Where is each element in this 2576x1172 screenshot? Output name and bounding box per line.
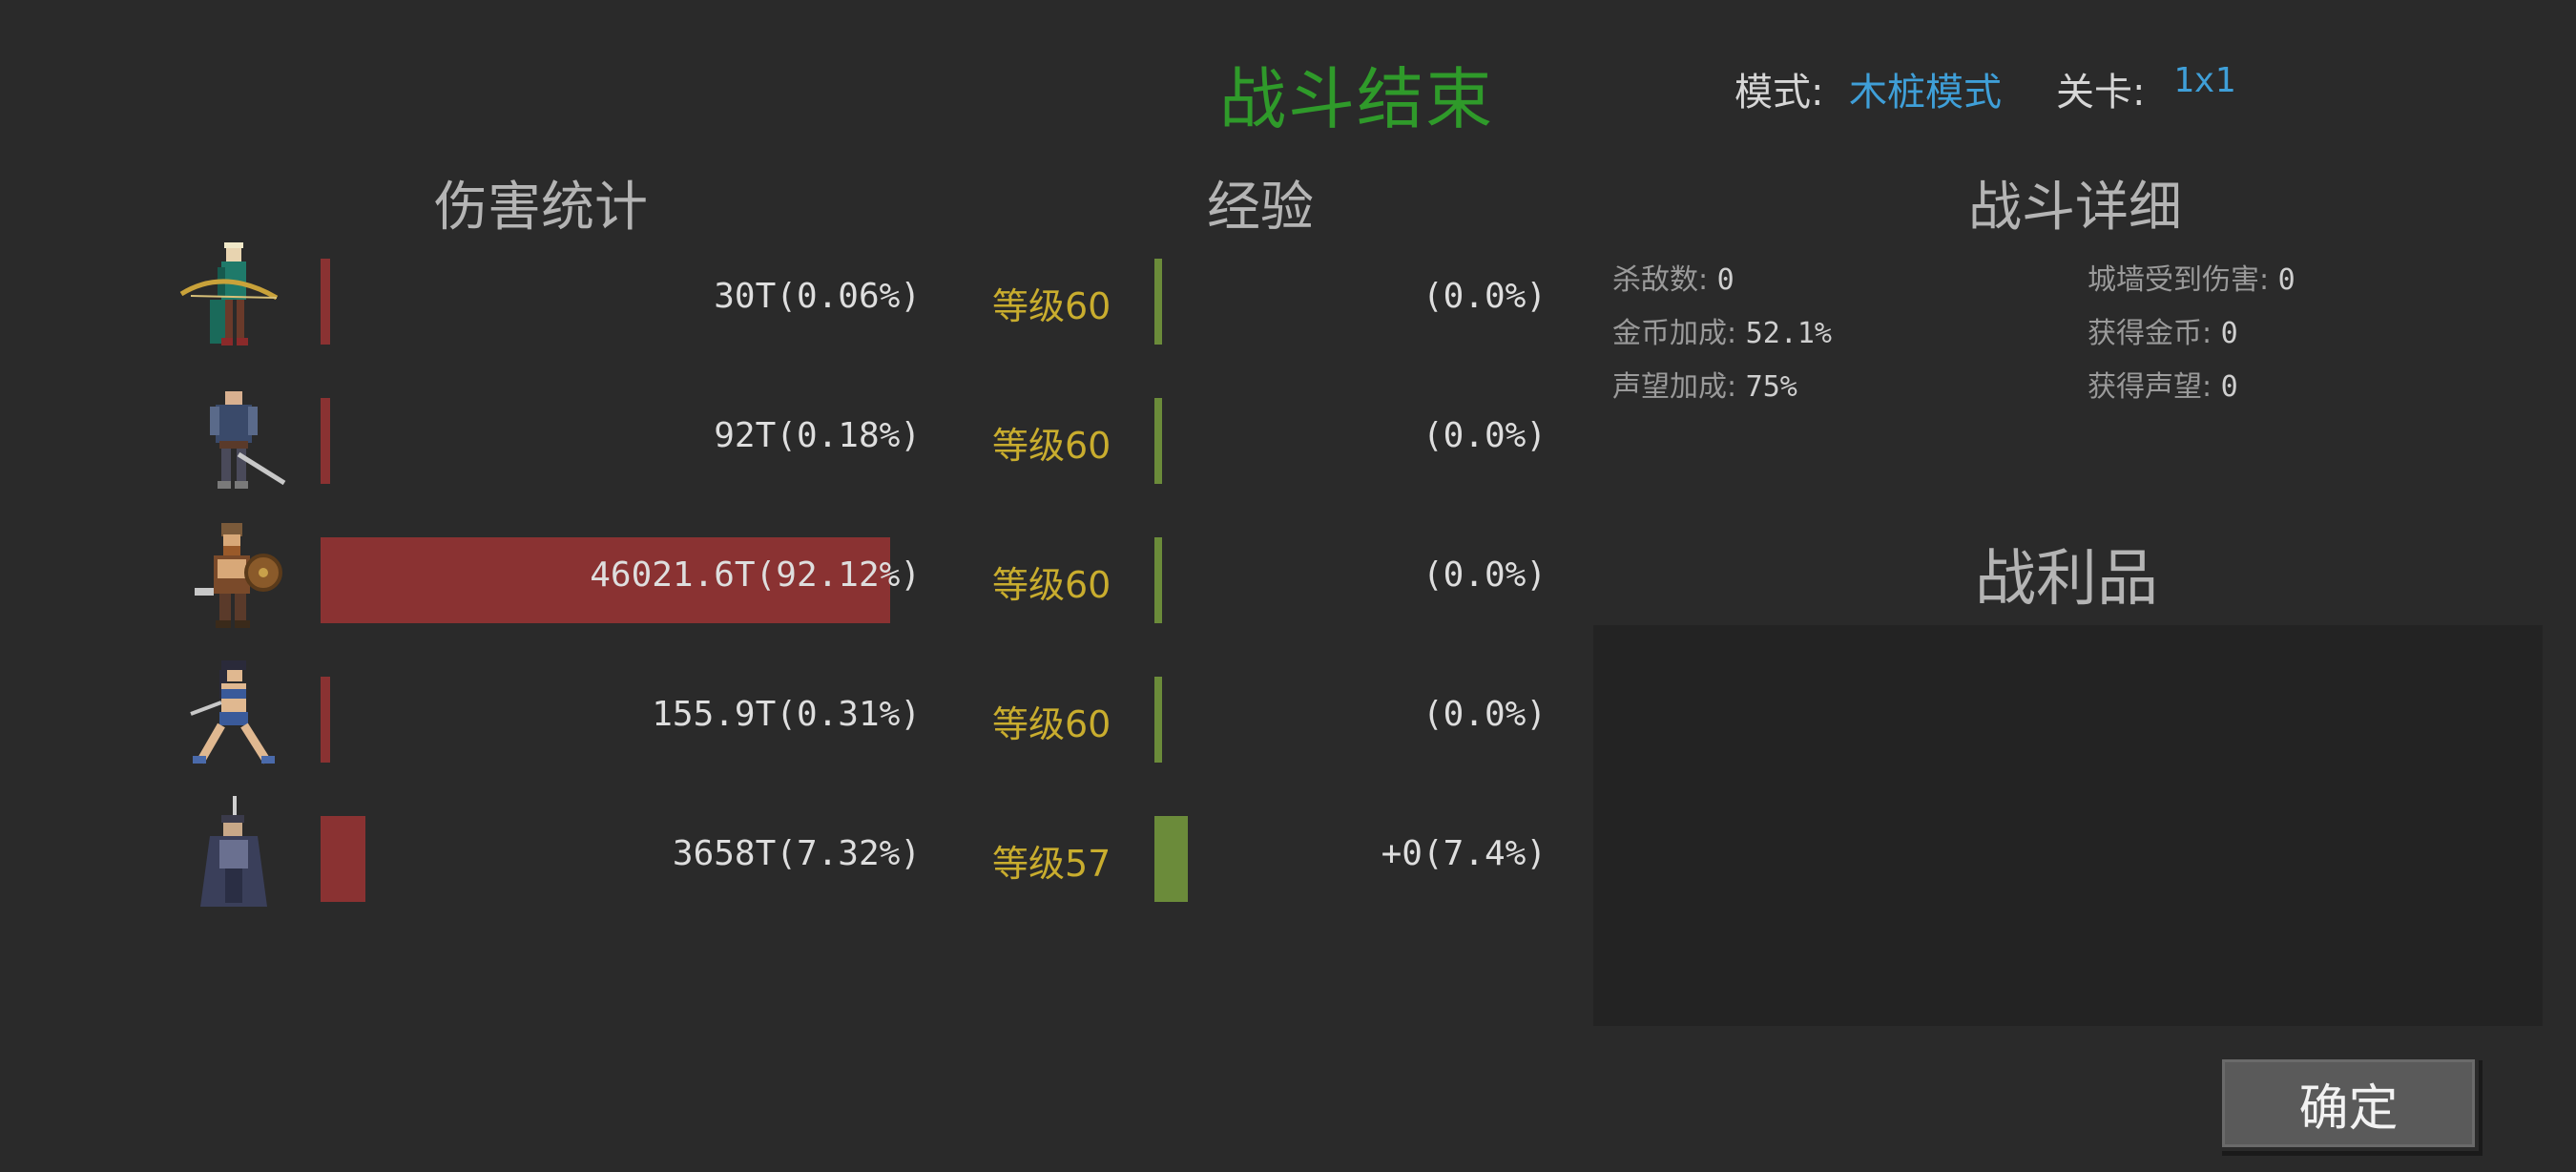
exp-value: (0.0%) bbox=[1422, 277, 1547, 316]
battle-details-heading: 战斗详细 bbox=[1968, 177, 2182, 239]
damage-stats-heading: 伤害统计 bbox=[434, 177, 648, 239]
hero-level: 等级57 bbox=[992, 843, 1111, 885]
wall-damage-label: 城墙受到伤害: bbox=[2088, 263, 2270, 297]
exp-bar bbox=[1154, 816, 1188, 902]
kills-value: 0 bbox=[1716, 263, 1735, 297]
exp-value: (0.0%) bbox=[1422, 695, 1547, 734]
confirm-button[interactable]: 确定 bbox=[2218, 1056, 2479, 1151]
damage-value: 30T(0.06%) bbox=[714, 277, 921, 316]
gold-bonus-stat: 金币加成: 52.1% bbox=[1612, 309, 1832, 351]
kills-stat: 杀敌数: 0 bbox=[1612, 256, 1735, 298]
damage-bar bbox=[321, 677, 330, 763]
mode-value: 木桩模式 bbox=[1849, 71, 2002, 115]
damage-value: 92T(0.18%) bbox=[714, 416, 921, 455]
gold-bonus-value: 52.1% bbox=[1745, 317, 1832, 350]
hero-level: 等级60 bbox=[992, 703, 1111, 745]
damage-value: 46021.6T(92.12%) bbox=[590, 555, 921, 595]
fame-gained-value: 0 bbox=[2220, 370, 2238, 404]
stage-label: 关卡: bbox=[2056, 71, 2146, 115]
fame-bonus-label: 声望加成: bbox=[1612, 370, 1737, 404]
fame-gained-stat: 获得声望: 0 bbox=[2088, 363, 2238, 405]
fame-gained-label: 获得声望: bbox=[2088, 370, 2212, 404]
battle-end-title: 战斗结束 bbox=[1219, 60, 1494, 138]
exp-value: (0.0%) bbox=[1422, 416, 1547, 455]
mode-label: 模式: bbox=[1735, 71, 1824, 115]
damage-bar bbox=[321, 816, 365, 902]
wall-damage-value: 0 bbox=[2277, 263, 2296, 297]
hero-level: 等级60 bbox=[992, 564, 1111, 606]
damage-value: 3658T(7.32%) bbox=[672, 834, 921, 873]
elf-archer-portrait bbox=[172, 239, 296, 363]
exp-bar bbox=[1154, 259, 1162, 345]
stage-value: 1x1 bbox=[2173, 61, 2236, 100]
gold-gained-label: 获得金币: bbox=[2088, 317, 2212, 350]
exp-value: (0.0%) bbox=[1422, 555, 1547, 595]
viking-shield-warrior-portrait bbox=[172, 517, 296, 641]
wall-damage-stat: 城墙受到伤害: 0 bbox=[2088, 256, 2296, 298]
hero-level: 等级60 bbox=[992, 425, 1111, 467]
hero-row: 155.9T(0.31%) 等级60 (0.0%) bbox=[0, 657, 1565, 796]
damage-bar bbox=[321, 259, 330, 345]
fame-bonus-value: 75% bbox=[1745, 370, 1797, 404]
swordsman-portrait bbox=[172, 378, 296, 502]
damage-bar bbox=[321, 398, 330, 484]
exp-value: +0(7.4%) bbox=[1381, 834, 1547, 873]
loot-panel bbox=[1593, 625, 2543, 1026]
gold-gained-stat: 获得金币: 0 bbox=[2088, 309, 2238, 351]
hero-row: 92T(0.18%) 等级60 (0.0%) bbox=[0, 378, 1565, 517]
experience-heading: 经验 bbox=[1207, 177, 1314, 239]
exp-bar bbox=[1154, 677, 1162, 763]
hero-level: 等级60 bbox=[992, 285, 1111, 327]
gold-gained-value: 0 bbox=[2220, 317, 2238, 350]
exp-bar bbox=[1154, 398, 1162, 484]
amazon-warrior-portrait bbox=[172, 657, 296, 781]
gold-bonus-label: 金币加成: bbox=[1612, 317, 1737, 350]
hero-row: 30T(0.06%) 等级60 (0.0%) bbox=[0, 239, 1565, 378]
damage-value: 155.9T(0.31%) bbox=[652, 695, 921, 734]
dark-knight-portrait bbox=[172, 796, 296, 920]
hero-row: 3658T(7.32%) 等级57 +0(7.4%) bbox=[0, 796, 1565, 935]
hero-row: 46021.6T(92.12%) 等级60 (0.0%) bbox=[0, 517, 1565, 657]
exp-bar bbox=[1154, 537, 1162, 623]
kills-label: 杀敌数: bbox=[1612, 263, 1709, 297]
fame-bonus-stat: 声望加成: 75% bbox=[1612, 363, 1797, 405]
loot-heading: 战利品 bbox=[1975, 544, 2158, 615]
